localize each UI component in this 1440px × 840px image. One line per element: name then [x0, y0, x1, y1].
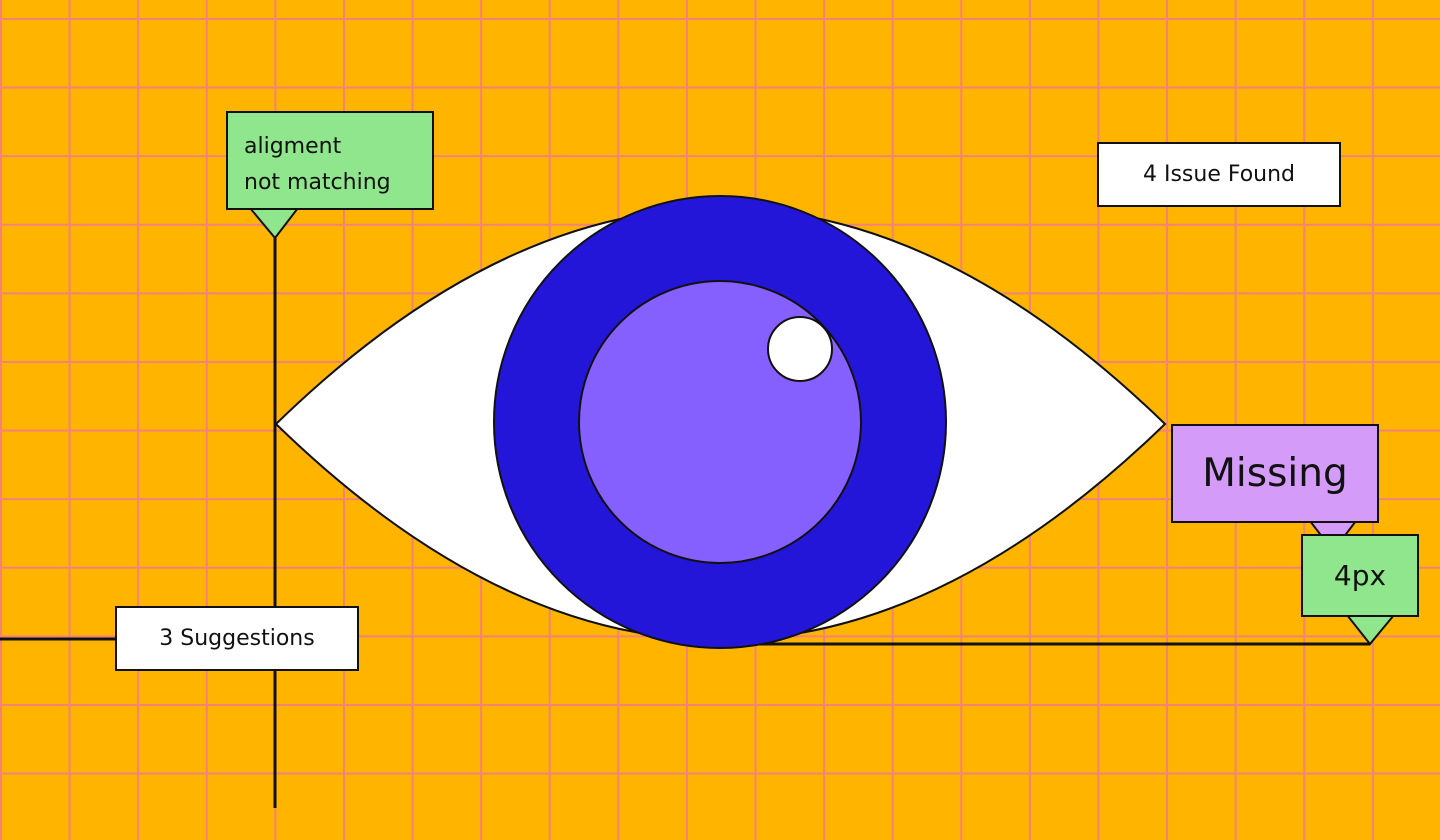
spacing-tag-pointer: [1344, 614, 1397, 646]
eye-illustration: [0, 195, 1397, 808]
align-tag-pointer: [247, 207, 301, 240]
eye-highlight: [767, 316, 833, 382]
alignment-warning-line1: aligment: [244, 134, 342, 159]
alignment-warning-tag: aligment not matching: [226, 111, 434, 210]
spacing-measure-tag: 4px: [1301, 534, 1419, 617]
illustration-canvas: aligment not matching 4 Issue Found 3 Su…: [0, 0, 1440, 840]
issues-found-label: 4 Issue Found: [1097, 142, 1341, 207]
suggestions-label: 3 Suggestions: [115, 606, 359, 671]
missing-tag: Missing: [1171, 424, 1379, 523]
alignment-warning-line2: not matching: [244, 170, 391, 195]
